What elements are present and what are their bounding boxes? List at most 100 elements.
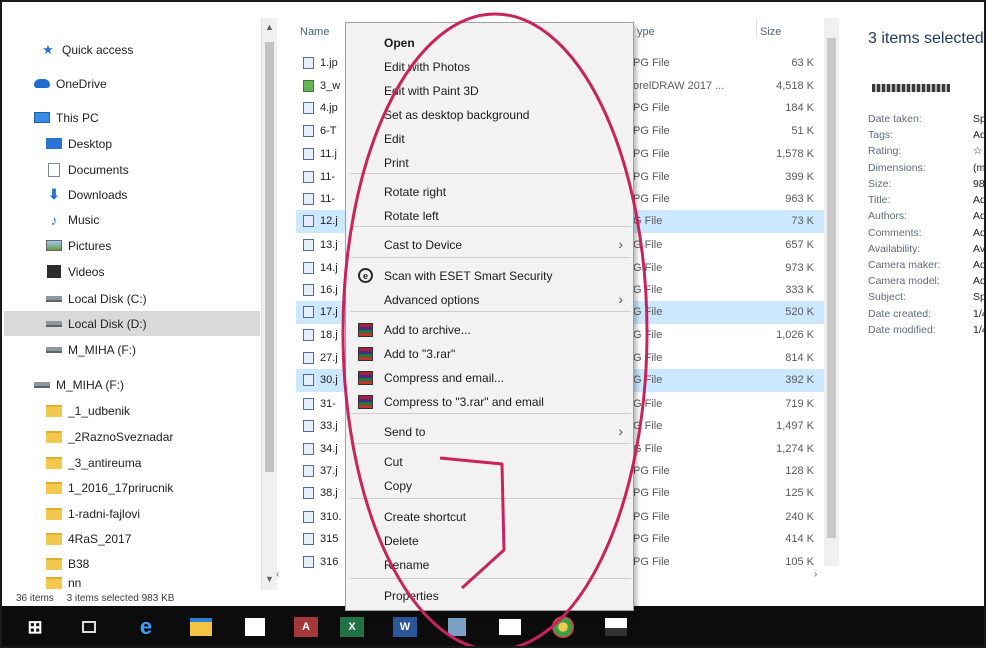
menu-item-edit[interactable]: Edit <box>346 127 633 151</box>
menu-item-label: Rotate left <box>384 209 439 223</box>
menu-item-cast-to-device[interactable]: Cast to Device › <box>346 233 633 257</box>
nav-folder[interactable]: B38 <box>4 551 260 576</box>
file-size: 657 K <box>785 239 814 251</box>
store-icon[interactable] <box>242 614 268 640</box>
context-menu: Open Edit with Photos Edit with Paint 3D Se… <box>345 22 634 611</box>
file-type: PG File <box>633 102 670 114</box>
computer-icon <box>34 111 50 125</box>
nav-desktop[interactable]: Desktop <box>4 131 260 156</box>
nav-scrollbar[interactable]: ▲ ▼ <box>261 18 277 590</box>
menu-item-properties[interactable]: Properties <box>346 584 633 608</box>
file-size: 814 K <box>785 352 814 364</box>
scroll-down-icon[interactable]: ▼ <box>265 574 274 584</box>
menu-item-edit-with-photos[interactable]: Edit with Photos <box>346 55 633 79</box>
menu-item-rotate-left[interactable]: Rotate left <box>346 204 633 228</box>
nav-folder[interactable]: nn <box>4 575 260 590</box>
property-value[interactable]: 1/4 <box>973 308 984 320</box>
access-icon[interactable]: A <box>293 614 319 640</box>
menu-item-edit-with-paint-3d[interactable]: Edit with Paint 3D <box>346 79 633 103</box>
property-value[interactable]: 983 <box>973 178 984 190</box>
nav-local-disk-c[interactable]: Local Disk (C:) <box>4 286 260 311</box>
property-value[interactable]: Add <box>973 194 984 206</box>
excel-icon[interactable]: X <box>339 614 365 640</box>
menu-item-rotate-right[interactable]: Rotate right <box>346 180 633 204</box>
menu-item-scan-with-eset-smart-security[interactable]: e Scan with ESET Smart Security <box>346 264 633 288</box>
column-name-header[interactable]: Name <box>300 26 329 38</box>
file-name: 3_w <box>320 80 341 92</box>
property-value[interactable]: Add <box>973 210 984 222</box>
menu-item-compress-to-3-rar-and-email[interactable]: Compress to "3.rar" and email <box>346 390 633 414</box>
photos-icon[interactable] <box>603 614 629 640</box>
nav-documents[interactable]: Documents <box>4 157 260 182</box>
scroll-right-icon[interactable]: › <box>814 569 817 580</box>
property-value[interactable]: Spe <box>973 113 984 125</box>
menu-item-set-as-desktop-background[interactable]: Set as desktop background <box>346 103 633 127</box>
download-icon: ⬇ <box>48 186 60 202</box>
menu-separator <box>350 498 631 499</box>
pictures-icon <box>46 239 62 253</box>
file-list-scroll-thumb[interactable] <box>827 38 836 538</box>
property-value[interactable]: (mu <box>973 162 984 174</box>
file-list-scrollbar[interactable] <box>824 18 839 566</box>
nav-local-disk-d[interactable]: Local Disk (D:) <box>4 311 260 336</box>
mail-icon[interactable] <box>497 614 523 640</box>
start-icon[interactable]: ⊞ <box>22 614 48 640</box>
file-name: 34.j <box>320 443 338 455</box>
nav-folder[interactable]: _3_antireuma <box>4 450 260 475</box>
nav-music[interactable]: ♪ Music <box>4 207 260 232</box>
task-view-icon[interactable] <box>76 614 102 640</box>
menu-item-cut[interactable]: Cut <box>346 450 633 474</box>
nav-downloads[interactable]: ⬇ Downloads <box>4 182 260 207</box>
selection-title: 3 items selected <box>868 30 984 47</box>
nav-this-pc[interactable]: This PC <box>4 105 260 130</box>
paint-icon[interactable] <box>550 614 576 640</box>
menu-item-add-to-archive[interactable]: Add to archive... <box>346 318 633 342</box>
menu-item-print[interactable]: Print <box>346 151 633 175</box>
menu-item-add-to-3-rar[interactable]: Add to "3.rar" <box>346 342 633 366</box>
file-explorer-window: ★ Quick access OneDrive This PC Desktop D… <box>0 0 986 648</box>
nav-scroll-thumb[interactable] <box>265 42 274 472</box>
nav-m-miha-f[interactable]: M_MIHA (F:) <box>4 337 260 362</box>
scroll-left-icon[interactable]: ‹ <box>276 569 279 580</box>
nav-videos[interactable]: Videos <box>4 259 260 284</box>
menu-item-open[interactable]: Open <box>346 31 633 55</box>
file-name: 11.j <box>320 148 337 160</box>
property-value[interactable]: Add <box>973 259 984 271</box>
column-type-header[interactable]: ype <box>637 26 655 38</box>
item-count: 36 items <box>16 593 54 604</box>
property-value[interactable]: Add <box>973 129 984 141</box>
image-file-icon <box>303 102 314 114</box>
file-explorer-icon[interactable] <box>188 614 214 640</box>
property-value[interactable]: Add <box>973 275 984 287</box>
nav-folder[interactable]: _1_udbenik <box>4 398 260 423</box>
edge-icon[interactable]: e <box>133 614 159 640</box>
column-size-header[interactable]: Size <box>760 26 781 38</box>
nav-m-miha-f-root[interactable]: M_MIHA (F:) <box>4 372 260 397</box>
nav-folder[interactable]: 1_2016_17prirucnik <box>4 475 260 500</box>
word-icon[interactable]: W <box>392 614 418 640</box>
property-value[interactable]: 1/4 <box>973 324 984 336</box>
menu-item-rename[interactable]: Rename <box>346 553 633 577</box>
property-value[interactable]: Spe <box>973 291 984 303</box>
nav-pictures[interactable]: Pictures <box>4 233 260 258</box>
nav-folder[interactable]: _2RaznoSveznadar <box>4 424 260 449</box>
scroll-up-icon[interactable]: ▲ <box>265 22 274 32</box>
menu-item-copy[interactable]: Copy <box>346 474 633 498</box>
property-value[interactable]: Ava <box>973 243 984 255</box>
property-value[interactable]: ☆ <box>973 145 982 157</box>
app-icon[interactable] <box>444 614 470 640</box>
menu-item-create-shortcut[interactable]: Create shortcut <box>346 505 633 529</box>
nav-quick-access[interactable]: ★ Quick access <box>4 37 260 62</box>
nav-folder[interactable]: 4RaS_2017 <box>4 526 260 551</box>
menu-item-compress-and-email[interactable]: Compress and email... <box>346 366 633 390</box>
property-value[interactable]: Add <box>973 227 984 239</box>
menu-item-label: Delete <box>384 534 419 548</box>
nav-onedrive[interactable]: OneDrive <box>4 71 260 96</box>
menu-item-advanced-options[interactable]: Advanced options › <box>346 288 633 312</box>
submenu-arrow-icon: › <box>618 291 623 307</box>
menu-item-delete[interactable]: Delete <box>346 529 633 553</box>
nav-folder[interactable]: 1-radni-fajlovi <box>4 501 260 526</box>
menu-item-send-to[interactable]: Send to › <box>346 420 633 444</box>
star-icon: ★ <box>42 41 54 57</box>
disk-icon <box>46 292 62 306</box>
